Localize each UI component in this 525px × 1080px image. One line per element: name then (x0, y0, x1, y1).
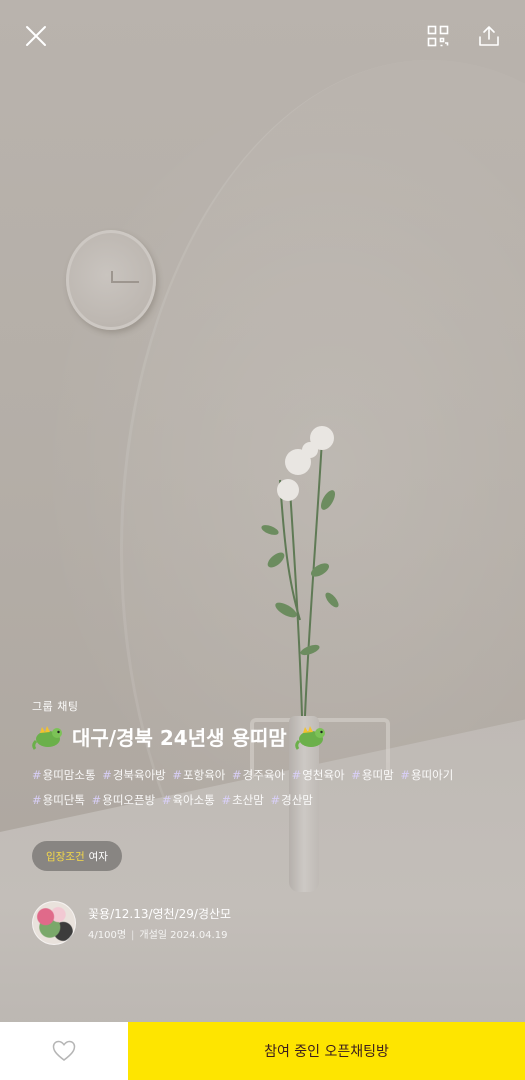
host-info: 꽃용/12.13/영천/29/경산모 4/100명 | 개설일 2024.04.19 (88, 905, 231, 941)
created-date: 개설일 2024.04.19 (139, 930, 228, 941)
clock-hand (111, 281, 139, 283)
share-icon (479, 26, 499, 46)
qr-code-button[interactable] (424, 22, 452, 50)
close-icon (26, 26, 46, 46)
host-meta: 4/100명 | 개설일 2024.04.19 (88, 926, 231, 941)
member-count: 4/100명 (88, 930, 127, 941)
entry-condition-label: 입장조건 (46, 850, 85, 863)
flower-stems (261, 426, 339, 717)
entry-condition-badge: 입장조건 여자 (32, 841, 122, 871)
close-button[interactable] (22, 22, 50, 50)
hashtag[interactable]: 경주육아 (232, 768, 285, 782)
chat-title: 대구/경북 24년생 용띠맘 (72, 726, 287, 750)
qr-code-icon (427, 25, 449, 47)
hashtag[interactable]: 포항육아 (172, 768, 225, 782)
like-button[interactable] (0, 1022, 128, 1080)
hashtag[interactable]: 용띠맘소통 (32, 768, 96, 782)
title-row: 대구/경북 24년생 용띠맘 (32, 722, 502, 751)
dragon-icon (32, 725, 62, 750)
hashtag[interactable]: 초산맘 (221, 793, 263, 807)
hashtag-list: 용띠맘소통 경북육아방 포항육아 경주육아 영천육아 용띠맘 용띠아기 용띠단톡… (32, 763, 502, 813)
hashtag[interactable]: 영천육아 (292, 768, 345, 782)
hashtag[interactable]: 용띠맘 (351, 768, 393, 782)
hashtag[interactable]: 육아소통 (162, 793, 215, 807)
bottom-action-bar: 참여 중인 오픈채팅방 (0, 1022, 525, 1080)
hashtag[interactable]: 경북육아방 (102, 768, 166, 782)
wall-clock (66, 230, 156, 330)
clock-hand (111, 271, 113, 283)
entry-condition-value: 여자 (88, 850, 108, 863)
chat-info: 그룹 채팅 대구/경북 24년생 용띠맘 용띠맘소통 경북육아방 포항육아 경주… (32, 698, 502, 945)
share-button[interactable] (475, 22, 503, 50)
heart-icon (52, 1040, 76, 1061)
host-profile[interactable]: 꽃용/12.13/영천/29/경산모 4/100명 | 개설일 2024.04.19 (32, 901, 502, 945)
divider: | (131, 930, 135, 941)
chat-type-label: 그룹 채팅 (32, 700, 79, 713)
join-chat-button[interactable]: 참여 중인 오픈채팅방 (128, 1022, 525, 1080)
hashtag[interactable]: 경산맘 (271, 793, 313, 807)
hashtag[interactable]: 용띠단톡 (32, 793, 85, 807)
avatar[interactable] (32, 901, 76, 945)
hashtag[interactable]: 용띠아기 (400, 768, 453, 782)
host-name: 꽃용/12.13/영천/29/경산모 (88, 907, 232, 921)
hashtag[interactable]: 용띠오픈방 (92, 793, 156, 807)
dragon-icon (294, 725, 325, 750)
